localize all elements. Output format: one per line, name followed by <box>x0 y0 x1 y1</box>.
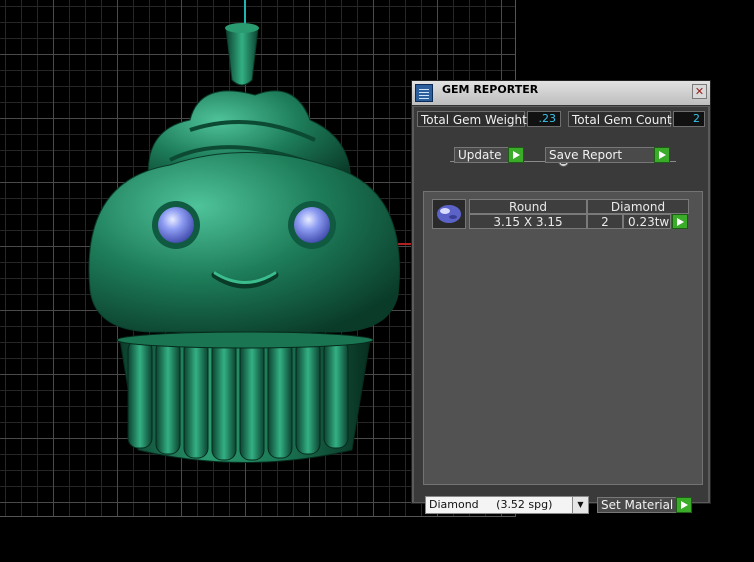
gem-row-go-button[interactable] <box>672 214 688 229</box>
gem-reporter-panel: GEM REPORTER ✕ Total Gem Weight .23 Tota… <box>411 80 711 514</box>
play-arrow-icon <box>676 497 692 513</box>
update-button[interactable]: Update <box>454 147 524 163</box>
gem-reporter-app-icon <box>415 84 433 102</box>
gem-size-cell: 3.15 X 3.15 <box>469 214 587 229</box>
gem-weight-cell: 0.23tw <box>623 214 671 229</box>
save-report-button-label: Save Report <box>549 148 623 162</box>
total-gem-count-label: Total Gem Count <box>568 111 672 127</box>
cupcake-pendant-model[interactable] <box>80 20 410 480</box>
update-button-label: Update <box>458 148 502 162</box>
material-select[interactable]: Diamond (3.52 spg) ▼ <box>425 496 589 514</box>
save-report-button[interactable]: Save Report <box>545 147 670 163</box>
gem-shape-cell: Round <box>469 199 587 214</box>
set-material-button-label: Set Material <box>601 498 674 512</box>
total-gem-weight-value: .23 <box>527 111 561 127</box>
set-material-button[interactable]: Set Material <box>597 497 692 513</box>
gem-material-cell: Diamond <box>587 199 689 214</box>
play-arrow-icon <box>508 147 524 163</box>
panel-titlebar[interactable]: GEM REPORTER ✕ <box>412 81 710 106</box>
total-gem-weight-label: Total Gem Weight <box>417 111 527 127</box>
round-gem-icon[interactable] <box>432 199 466 229</box>
chevron-down-icon[interactable]: ▼ <box>572 497 588 513</box>
close-icon: ✕ <box>694 85 705 98</box>
close-button[interactable]: ✕ <box>692 84 707 99</box>
panel-title: GEM REPORTER <box>442 83 539 96</box>
gem-count-cell: 2 <box>587 214 623 229</box>
material-select-value: Diamond (3.52 spg) <box>429 498 553 511</box>
gem-list[interactable]: Round Diamond 3.15 X 3.15 2 0.23tw <box>423 191 703 485</box>
play-arrow-icon <box>654 147 670 163</box>
total-gem-count-value: 2 <box>673 111 705 127</box>
panel-body: Total Gem Weight .23 Total Gem Count 2 ▲… <box>414 107 708 514</box>
